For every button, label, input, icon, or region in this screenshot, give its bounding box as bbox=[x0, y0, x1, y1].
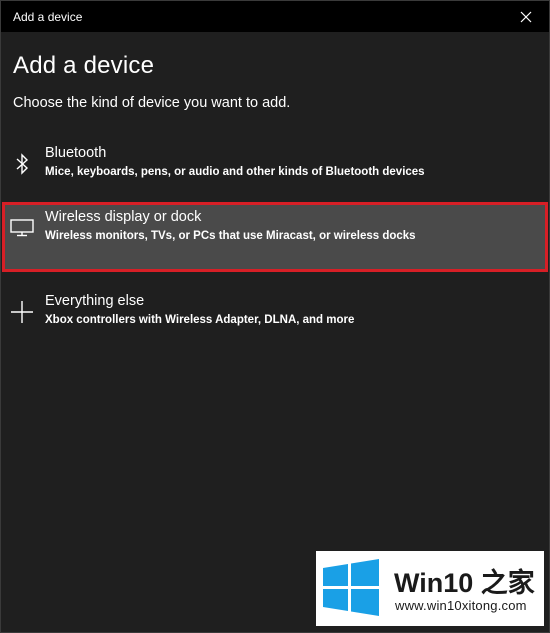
option-title: Bluetooth bbox=[45, 145, 107, 161]
option-title: Wireless display or dock bbox=[45, 209, 202, 225]
option-everything-else[interactable]: Everything else Xbox controllers with Wi… bbox=[2, 286, 548, 356]
add-device-dialog: Add a device Add a device Choose the kin… bbox=[0, 0, 550, 633]
option-description: Wireless monitors, TVs, or PCs that use … bbox=[45, 230, 416, 242]
plus-icon bbox=[8, 298, 36, 326]
windows-logo-icon bbox=[323, 559, 379, 616]
title-bar: Add a device bbox=[1, 1, 549, 32]
monitor-icon bbox=[8, 214, 36, 242]
option-bluetooth[interactable]: Bluetooth Mice, keyboards, pens, or audi… bbox=[2, 138, 548, 208]
option-title: Everything else bbox=[45, 293, 145, 309]
window-title: Add a device bbox=[13, 10, 83, 24]
close-icon bbox=[520, 11, 532, 22]
close-button[interactable] bbox=[503, 1, 549, 32]
page-instructions: Choose the kind of device you want to ad… bbox=[13, 95, 291, 111]
watermark-url: www.win10xitong.com bbox=[395, 598, 527, 613]
page-title: Add a device bbox=[13, 52, 155, 79]
watermark-brand: Win10 之家 bbox=[394, 568, 535, 598]
option-description: Mice, keyboards, pens, or audio and othe… bbox=[45, 166, 425, 178]
bluetooth-icon bbox=[8, 150, 36, 178]
watermark: Win10 之家 www.win10xitong.com bbox=[316, 551, 544, 626]
option-description: Xbox controllers with Wireless Adapter, … bbox=[45, 314, 355, 326]
option-wireless-display[interactable]: Wireless display or dock Wireless monito… bbox=[2, 202, 548, 272]
